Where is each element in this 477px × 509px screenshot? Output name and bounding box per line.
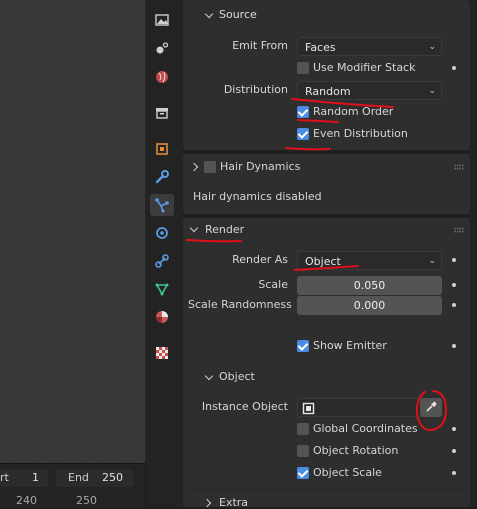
red-annotation-marks bbox=[186, 98, 448, 432]
